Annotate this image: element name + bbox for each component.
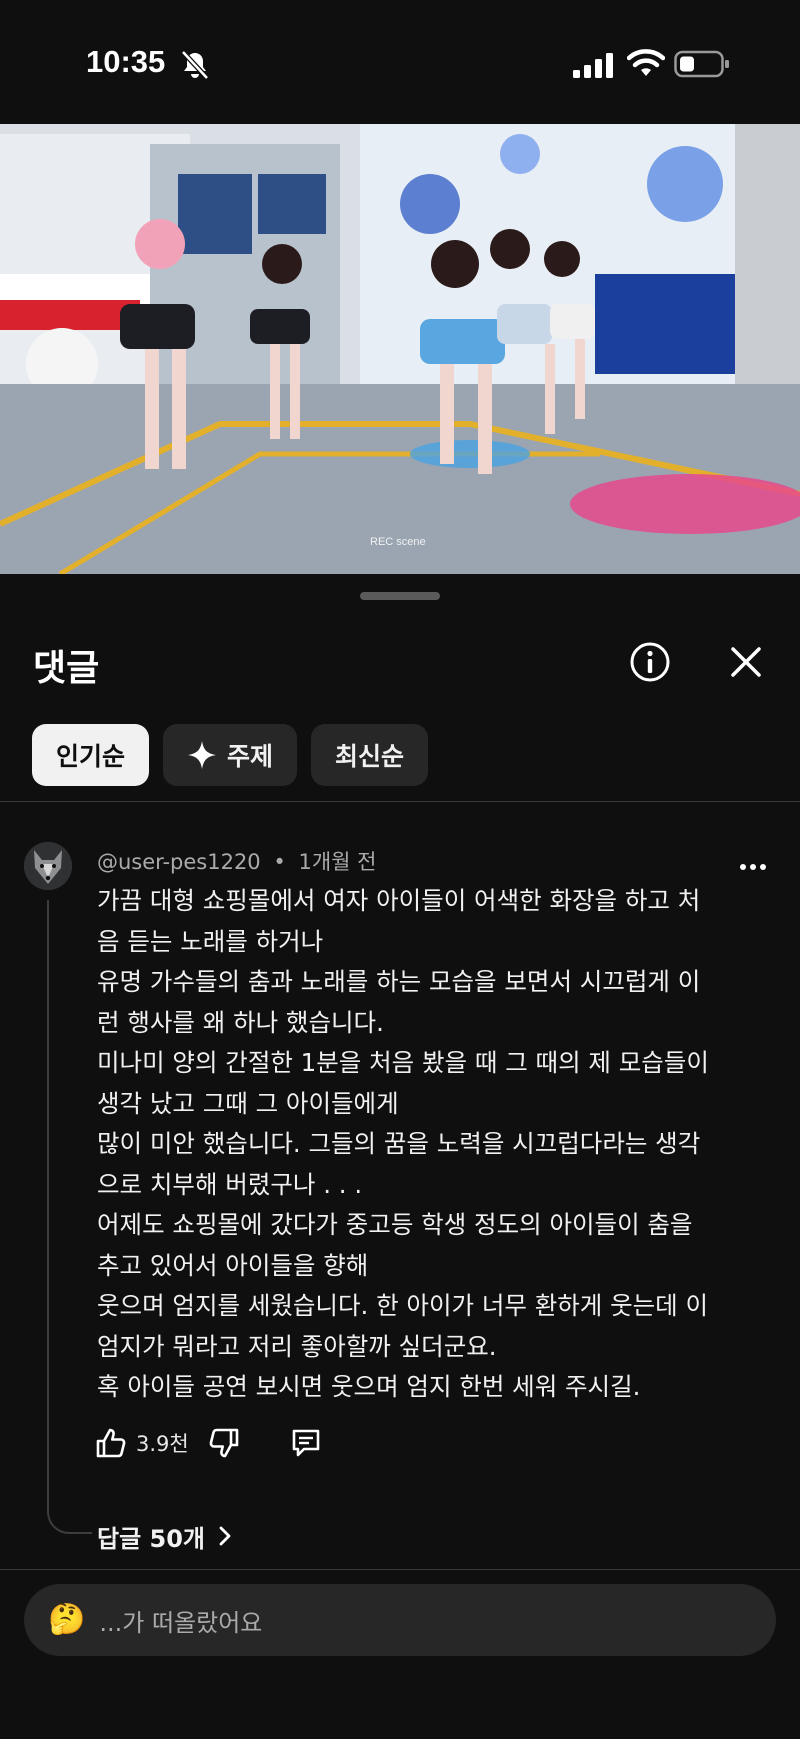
chip-newest[interactable]: 최신순 (311, 724, 429, 786)
video-player[interactable]: REC scene (0, 124, 800, 574)
chip-popular[interactable]: 인기순 (32, 724, 150, 786)
divider (0, 801, 800, 802)
comment-line: 엄지가 뭐라고 저리 좋아할까 싶더군요. (97, 1331, 497, 1361)
comment-line: 런 행사를 왜 하나 했습니다. (97, 1007, 384, 1037)
more-options-icon[interactable] (738, 852, 768, 882)
comment-actions: 3.9천 (94, 1423, 323, 1463)
avatar[interactable] (24, 842, 72, 890)
comment-line: 추고 있어서 아이들을 향해 (97, 1250, 369, 1280)
comment-line: 생각 났고 그때 그 아이들에게 (97, 1088, 399, 1118)
comment-line: 가끔 대형 쇼핑몰에서 여자 아이들이 어색한 화장을 하고 처 (97, 886, 701, 915)
comment-line: 으로 치부해 버렸구나 . . . (97, 1169, 363, 1199)
close-icon[interactable] (724, 640, 768, 684)
video-frame-image (0, 124, 800, 574)
comment-line: 음 듣는 노래를 하거나 (97, 926, 324, 956)
reply-comment-icon[interactable] (289, 1426, 323, 1460)
chevron-right-icon (219, 1526, 231, 1546)
chip-topic-label: 주제 (227, 742, 274, 771)
comment-line: 어제도 쇼핑몰에 갔다가 중고등 학생 정도의 아이들이 춤을 (97, 1210, 693, 1239)
like-count: 3.9천 (136, 1432, 189, 1456)
comment-line: 혹 아이들 공연 보시면 웃으며 엄지 한번 세워 주시길. (97, 1372, 641, 1401)
drag-handle[interactable] (360, 592, 440, 600)
replies-label: 답글 50개 (97, 1524, 205, 1553)
thumbs-up-icon[interactable] (94, 1426, 128, 1460)
divider (0, 1569, 800, 1570)
comment-line: 많이 미안 했습니다. 그들의 꿈을 노력을 시끄럽다라는 생각 (97, 1129, 701, 1158)
bell-off-icon (181, 50, 209, 80)
wolf-avatar-image (24, 842, 72, 890)
panel-title: 댓글 (33, 648, 100, 689)
comment-input-placeholder: ...가 떠올랐어요 (99, 1608, 263, 1637)
chip-popular-label: 인기순 (56, 742, 126, 771)
info-icon[interactable] (628, 640, 672, 684)
comment-author[interactable]: @user-pes1220 (97, 850, 261, 874)
comment-text: 가끔 대형 쇼핑몰에서 여자 아이들이 어색한 화장을 하고 처 음 듣는 노래… (97, 881, 747, 1408)
comment-line: 웃으며 엄지를 세웠습니다. 한 아이가 너무 환하게 웃는데 이 (97, 1291, 709, 1320)
video-watermark: REC scene (370, 536, 426, 548)
signal-icon (573, 53, 613, 78)
comment-line: 미나미 양의 간절한 1분을 처음 봤을 때 그 때의 제 모습들이 (97, 1048, 709, 1077)
comment-meta: @user-pes1220 • 1개월 전 (97, 846, 376, 876)
battery-icon (674, 50, 729, 78)
view-replies-button[interactable]: 답글 50개 (97, 1517, 235, 1555)
chip-topic[interactable]: 주제 (163, 724, 298, 786)
thinking-face-icon: 🤔 (48, 1602, 86, 1637)
chip-newest-label: 최신순 (335, 742, 405, 771)
thumbs-down-icon[interactable] (207, 1426, 241, 1460)
status-bar: 10:35 (0, 0, 800, 124)
comment-time: 1개월 전 (298, 850, 377, 874)
comments-panel: 댓글 인기순 주제 최신순 @user-pes1220 • 1개월 전 가끔 대… (0, 574, 800, 1739)
comment-line: 유명 가수들의 춤과 노래를 하는 모습을 보면서 시끄럽게 이 (97, 967, 701, 996)
meta-separator: • (273, 850, 286, 874)
comment-input[interactable]: 🤔 ...가 떠올랐어요 (24, 1584, 776, 1656)
sparkle-icon (188, 741, 217, 769)
sort-chips: 인기순 주제 최신순 (32, 724, 429, 786)
thread-line (47, 900, 92, 1534)
status-time: 10:35 (86, 44, 166, 79)
wifi-icon (627, 49, 665, 76)
